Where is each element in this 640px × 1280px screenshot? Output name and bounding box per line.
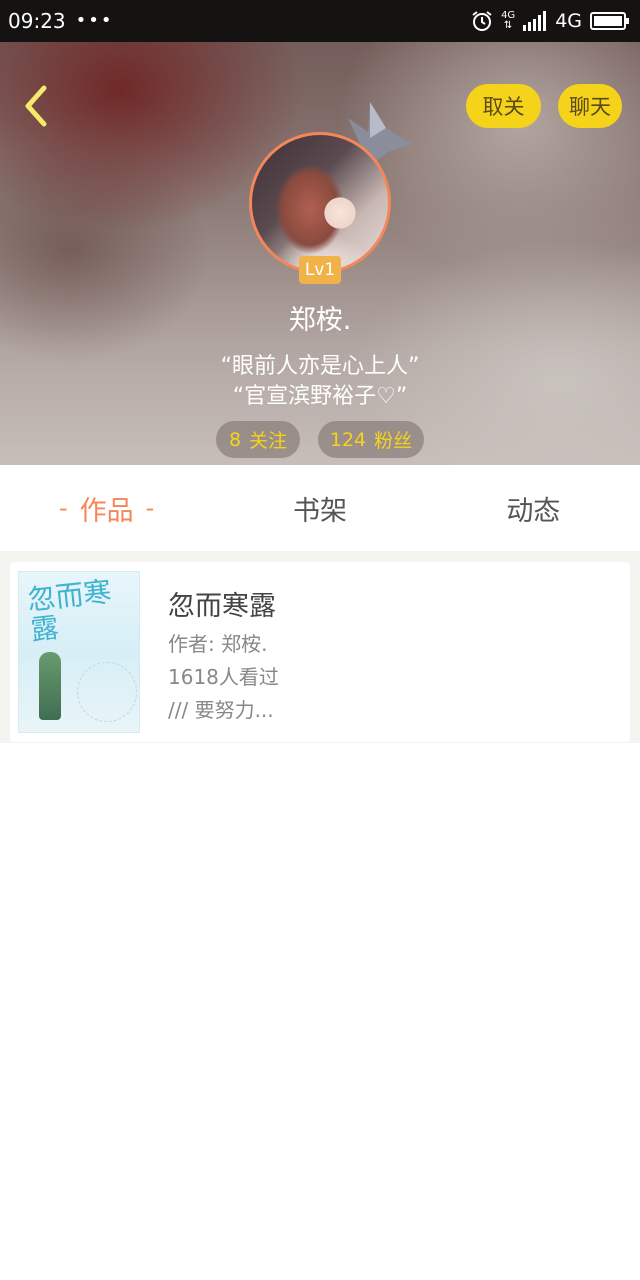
cover-figure <box>39 652 61 720</box>
following-count: 8 <box>228 428 242 451</box>
data-transfer-icon: 4G ⇅ <box>501 11 515 31</box>
more-notifications-icon: ••• <box>75 10 114 31</box>
book-cover: 忽而寒露 <box>18 571 140 733</box>
bio-line-2: “官宣滨野裕子♡” <box>232 384 408 409</box>
book-intro: /// 要努力... <box>168 698 274 722</box>
status-right: 4G ⇅ 4G <box>471 10 630 32</box>
following-count-button[interactable]: 8 关注 <box>216 421 300 458</box>
tab-works-label: 作品 <box>79 495 134 527</box>
profile-tabs: - 作品 - 书架 动态 <box>0 465 640 551</box>
cover-title: 忽而寒露 <box>25 575 113 647</box>
avatar[interactable] <box>249 132 391 274</box>
transfer-arrows-icon: ⇅ <box>503 20 513 31</box>
fans-count-button[interactable]: 124 粉丝 <box>318 421 424 458</box>
chevron-left-icon <box>25 85 47 127</box>
tab-activity-label: 动态 <box>506 495 561 527</box>
tab-bookshelf-label: 书架 <box>292 495 347 527</box>
alarm-icon <box>472 11 492 31</box>
book-views: 1618人看过 <box>168 665 279 689</box>
tab-works[interactable]: - 作品 - <box>0 489 213 528</box>
fans-count: 124 <box>329 428 367 451</box>
unfollow-button[interactable]: 取关 <box>466 84 541 128</box>
tab-activity[interactable]: 动态 <box>427 489 640 528</box>
following-label: 关注 <box>249 430 288 452</box>
book-author: 作者: 郑桉. <box>168 632 268 656</box>
tab-bookshelf[interactable]: 书架 <box>213 489 426 528</box>
network-label: 4G <box>555 10 582 32</box>
status-left: 09:23 ••• <box>8 9 114 33</box>
back-button[interactable] <box>18 84 54 128</box>
status-bar: 09:23 ••• 4G ⇅ 4G <box>0 0 640 42</box>
level-badge: Lv1 <box>299 256 341 284</box>
bio-line-1: “眼前人亦是心上人” <box>220 354 420 379</box>
tab-active-dash-left: - <box>58 494 68 522</box>
username: 郑桉. <box>288 305 352 336</box>
cover-flower-decoration <box>77 662 137 722</box>
book-title: 忽而寒露 <box>168 591 276 622</box>
chat-button[interactable]: 聊天 <box>558 84 622 128</box>
profile-header: 09:23 ••• 4G ⇅ 4G 取关 聊天 Lv1 郑桉. “眼前人亦是心上… <box>0 0 640 465</box>
battery-icon <box>590 12 629 30</box>
status-time: 09:23 <box>8 9 66 33</box>
fans-label: 粉丝 <box>374 430 413 452</box>
tab-active-dash-right: - <box>145 494 155 522</box>
works-list: 忽而寒露 忽而寒露 作者: 郑桉. 1618人看过 /// 要努力... <box>0 551 640 743</box>
book-card[interactable]: 忽而寒露 忽而寒露 作者: 郑桉. 1618人看过 /// 要努力... <box>10 562 630 742</box>
signal-icon <box>523 11 547 31</box>
